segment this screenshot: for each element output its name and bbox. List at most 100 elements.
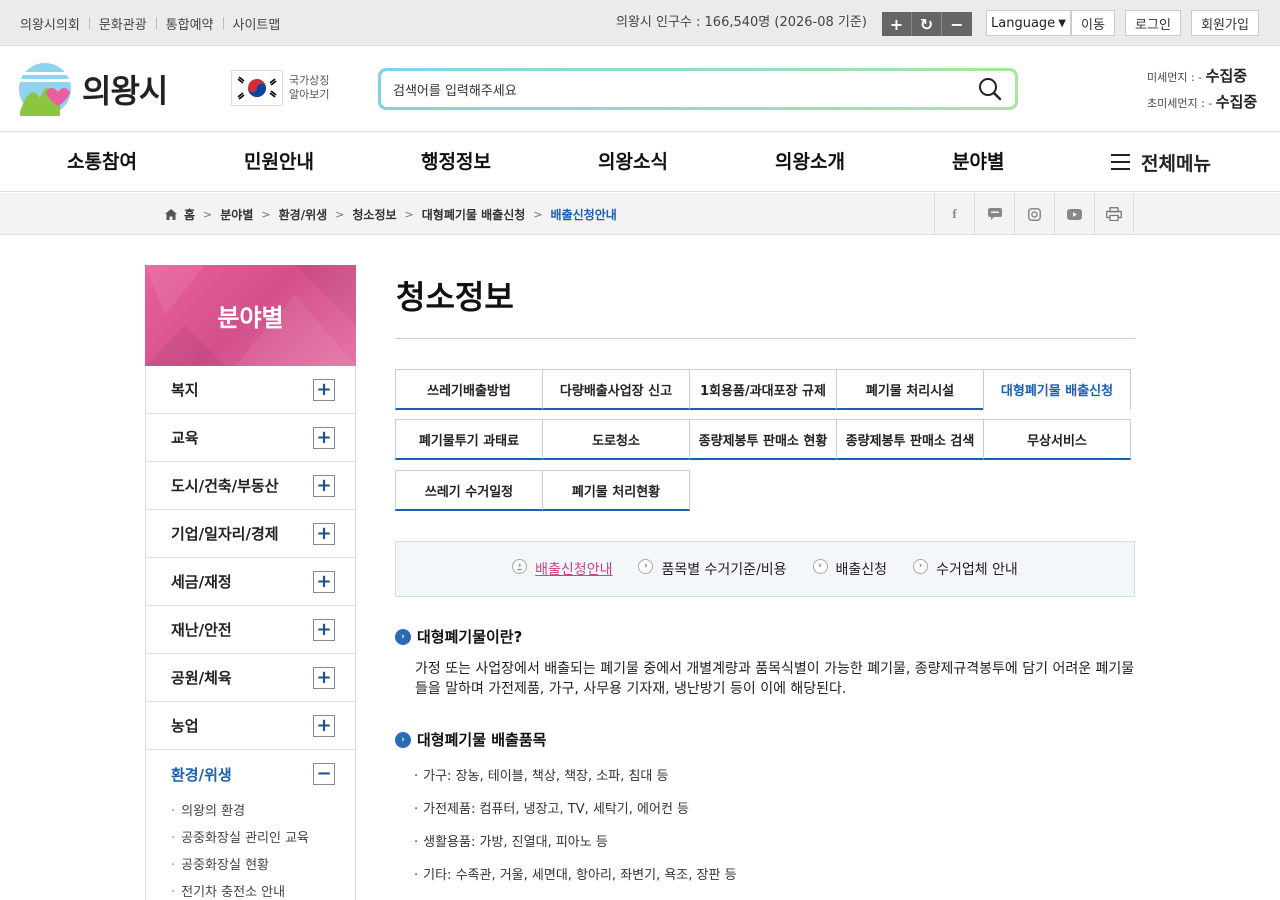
plus-icon[interactable]: + bbox=[313, 379, 335, 401]
top-links: 의왕시의회 문화관광 통합예약 사이트맵 bbox=[20, 0, 289, 46]
nav-communication[interactable]: 소통참여 bbox=[67, 132, 137, 192]
login-button[interactable]: 로그인 bbox=[1125, 10, 1181, 36]
plus-icon[interactable]: + bbox=[313, 571, 335, 593]
korea-flag-icon bbox=[231, 70, 283, 106]
kakao-story-icon[interactable] bbox=[974, 193, 1014, 235]
side-subitem[interactable]: 전기차 충전소 안내 bbox=[171, 879, 355, 900]
side-item-agriculture[interactable]: 농업 + bbox=[145, 702, 356, 750]
instagram-icon[interactable] bbox=[1014, 193, 1054, 235]
zoom-reset-button[interactable]: ↻ bbox=[912, 12, 942, 36]
national-symbol-link[interactable]: 국가상징 알아보기 bbox=[231, 70, 329, 106]
plus-icon[interactable]: + bbox=[313, 619, 335, 641]
breadcrumb-fields[interactable]: 분야별 bbox=[220, 206, 253, 223]
plus-icon[interactable]: + bbox=[313, 427, 335, 449]
subtab-companies[interactable]: › 수거업체 안내 bbox=[913, 558, 1018, 579]
tab-facilities[interactable]: 폐기물 처리시설 bbox=[836, 369, 984, 410]
breadcrumb-environment[interactable]: 환경/위생 bbox=[279, 206, 328, 223]
breadcrumb-home[interactable]: 홈 bbox=[184, 206, 195, 223]
top-utility-bar: 의왕시의회 문화관광 통합예약 사이트맵 의왕시 인구수 : 166,540명 … bbox=[0, 0, 1280, 46]
subtab-apply[interactable]: › 배출신청 bbox=[812, 558, 888, 579]
site-logo[interactable]: 의왕시 bbox=[18, 62, 168, 116]
all-menu-label: 전체메뉴 bbox=[1141, 152, 1211, 175]
nav-news[interactable]: 의왕소식 bbox=[598, 132, 668, 192]
link-culture[interactable]: 문화관광 bbox=[90, 14, 156, 33]
side-nav-title: 분야별 bbox=[145, 265, 356, 366]
subtab-item-fees[interactable]: › 품목별 수거기준/비용 bbox=[638, 558, 787, 579]
chevron-down-icon: ▼ bbox=[1058, 17, 1066, 29]
tab-free-service[interactable]: 무상서비스 bbox=[983, 419, 1131, 460]
section-heading: › 대형폐기물 배출품목 bbox=[395, 729, 546, 750]
zoom-out-button[interactable]: − bbox=[942, 12, 972, 36]
chevron-right-icon: › bbox=[812, 558, 828, 574]
side-nav-title-label: 분야별 bbox=[217, 304, 284, 332]
tab-disposables[interactable]: 1회용품/과대포장 규제 bbox=[689, 369, 837, 410]
go-button[interactable]: 이동 bbox=[1071, 10, 1115, 36]
ultrafine-dust-value: 수집중 bbox=[1215, 93, 1258, 111]
tab-road-cleaning[interactable]: 도로청소 bbox=[542, 419, 690, 460]
side-subitem[interactable]: 의왕의 환경 bbox=[171, 798, 355, 825]
breadcrumb-bulky-waste[interactable]: 대형폐기물 배출신청 bbox=[422, 206, 526, 223]
ultrafine-dust-label: 초미세먼지 : - bbox=[1147, 97, 1213, 110]
tab-disposal-method[interactable]: 쓰레기배출방법 bbox=[395, 369, 543, 410]
side-item-label: 환경/위생 bbox=[171, 765, 232, 784]
fine-dust-value: 수집중 bbox=[1205, 67, 1248, 85]
side-item-parks[interactable]: 공원/체육 + bbox=[145, 654, 356, 702]
breadcrumb-cleaning[interactable]: 청소정보 bbox=[352, 206, 396, 223]
side-subitem[interactable]: 공중화장실 현황 bbox=[171, 852, 355, 879]
tab-bulk-business[interactable]: 다량배출사업장 신고 bbox=[542, 369, 690, 410]
plus-icon[interactable]: + bbox=[313, 523, 335, 545]
subtab-label: 배출신청안내 bbox=[535, 562, 613, 578]
breadcrumb-bar: 홈 > 분야별 > 환경/위생 > 청소정보 > 대형폐기물 배출신청 > 배출… bbox=[0, 193, 1280, 235]
language-select[interactable]: Language ▼ bbox=[986, 10, 1071, 36]
all-menu-button[interactable]: 전체메뉴 bbox=[1111, 132, 1211, 192]
print-icon[interactable] bbox=[1094, 193, 1134, 235]
tab-processing-status[interactable]: 폐기물 처리현황 bbox=[542, 470, 690, 511]
tab-bulky-waste[interactable]: 대형폐기물 배출신청 bbox=[983, 369, 1131, 410]
side-item-environment[interactable]: 환경/위생 − bbox=[145, 750, 356, 798]
breadcrumb-separator: > bbox=[261, 207, 271, 221]
home-icon bbox=[165, 208, 177, 220]
facebook-icon[interactable]: f bbox=[934, 193, 974, 235]
side-item-label: 재난/안전 bbox=[171, 621, 232, 639]
link-sitemap[interactable]: 사이트맵 bbox=[224, 14, 290, 33]
breadcrumb-separator: > bbox=[203, 207, 213, 221]
side-navigation: 분야별 복지 + 교육 + 도시/건축/부동산 + 기업/일자리/경제 + 세금/재정 +… bbox=[145, 265, 356, 900]
search-input[interactable]: 검색어를 입력해주세요 bbox=[381, 71, 1015, 107]
national-symbol-text: 국가상징 알아보기 bbox=[289, 74, 329, 102]
side-item-label: 세금/재정 bbox=[171, 573, 232, 591]
zoom-in-button[interactable]: + bbox=[882, 12, 912, 36]
nav-civil-service[interactable]: 민원안내 bbox=[244, 132, 314, 192]
plus-icon[interactable]: + bbox=[313, 715, 335, 737]
plus-icon[interactable]: + bbox=[313, 475, 335, 497]
subtab-label: 배출신청 bbox=[835, 562, 888, 578]
side-item-education[interactable]: 교육 + bbox=[145, 414, 356, 462]
minus-icon[interactable]: − bbox=[313, 763, 335, 785]
tab-bag-stores[interactable]: 종량제봉투 판매소 현황 bbox=[689, 419, 837, 460]
side-item-safety[interactable]: 재난/안전 + bbox=[145, 606, 356, 654]
side-item-label: 도시/건축/부동산 bbox=[171, 477, 279, 495]
link-council[interactable]: 의왕시의회 bbox=[20, 14, 89, 33]
item-list: 가구: 장농, 테이블, 책상, 책장, 소파, 침대 등 가전제품: 컴퓨터,… bbox=[414, 760, 736, 892]
side-subitem[interactable]: 공중화장실 관리인 교육 bbox=[171, 825, 355, 852]
breadcrumb: 홈 > 분야별 > 환경/위생 > 청소정보 > 대형폐기물 배출신청 > 배출… bbox=[164, 193, 617, 235]
side-item-welfare[interactable]: 복지 + bbox=[145, 366, 356, 414]
tab-dumping-fine[interactable]: 폐기물투기 과태료 bbox=[395, 419, 543, 460]
tab-bag-store-search[interactable]: 종량제봉투 판매소 검색 bbox=[836, 419, 984, 460]
nav-administration[interactable]: 행정정보 bbox=[421, 132, 491, 192]
link-reservation[interactable]: 통합예약 bbox=[157, 14, 223, 33]
search-icon[interactable] bbox=[978, 77, 1002, 101]
side-item-tax[interactable]: 세금/재정 + bbox=[145, 558, 356, 606]
breadcrumb-separator: > bbox=[404, 207, 414, 221]
tab-collection-schedule[interactable]: 쓰레기 수거일정 bbox=[395, 470, 543, 511]
signup-button[interactable]: 회원가입 bbox=[1191, 10, 1259, 36]
plus-icon[interactable]: + bbox=[313, 667, 335, 689]
fine-dust-label: 미세먼지 : - bbox=[1147, 71, 1203, 84]
subtab-guide[interactable]: › 배출신청안내 bbox=[512, 558, 613, 579]
search-box: 검색어를 입력해주세요 bbox=[378, 68, 1018, 110]
side-item-economy[interactable]: 기업/일자리/경제 + bbox=[145, 510, 356, 558]
breadcrumb-separator: > bbox=[533, 207, 543, 221]
youtube-icon[interactable] bbox=[1054, 193, 1094, 235]
nav-about[interactable]: 의왕소개 bbox=[775, 132, 845, 192]
nav-fields[interactable]: 분야별 bbox=[952, 132, 1004, 192]
side-item-urban[interactable]: 도시/건축/부동산 + bbox=[145, 462, 356, 510]
